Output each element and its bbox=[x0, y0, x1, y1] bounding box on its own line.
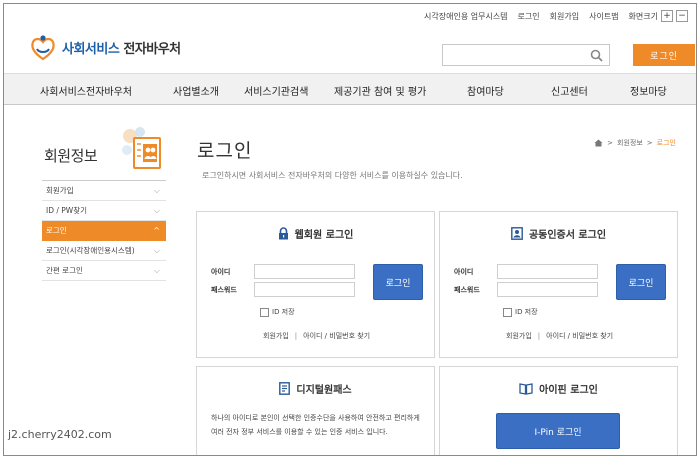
cert-save-id-checkbox[interactable]: ID 저장 bbox=[503, 307, 538, 317]
util-link-accessibility-system[interactable]: 시각장애인용 업무시스템 bbox=[424, 11, 508, 22]
cert-login-title: 공동인증서 로그인 bbox=[528, 230, 607, 241]
lock-icon bbox=[278, 227, 288, 240]
nav-item-voucher[interactable]: 사회서비스전자바우처 bbox=[40, 74, 132, 106]
sidebar-title: 회원정보 bbox=[44, 147, 98, 165]
web-login-title: 웹회원 로그인 bbox=[294, 230, 354, 241]
logo-text-secondary: 전자바우처 bbox=[119, 41, 181, 57]
checkbox-box[interactable] bbox=[260, 307, 269, 317]
cert-pw-label: 패스워드 bbox=[454, 286, 480, 294]
ipin-login-title: 아이핀 로그인 bbox=[539, 385, 598, 396]
util-link-login[interactable]: 로그인 bbox=[518, 11, 540, 22]
nav-item-participation[interactable]: 참여마당 bbox=[467, 74, 504, 106]
search-box[interactable] bbox=[442, 44, 610, 68]
sidebar-item-label: ID / PW찾기 bbox=[46, 206, 88, 215]
browser-page: 시각장애인용 업무시스템 로그인 회원가입 사이트맵 화면크기 + − 사회서비… bbox=[3, 3, 697, 456]
util-link-sitemap[interactable]: 사이트맵 bbox=[589, 11, 618, 22]
cert-login-card: 공동인증서 로그인 아이디 패스워드 로그인 ID 저장 회원가입 | 아이디 … bbox=[439, 211, 678, 358]
sidebar-item-accessible-login[interactable]: 로그인(시각장애인용시스템) ⌵ bbox=[42, 241, 166, 261]
link-separator: | bbox=[294, 332, 298, 340]
page-title: 로그인 bbox=[197, 140, 253, 162]
nav-item-information[interactable]: 정보마당 bbox=[630, 74, 667, 106]
search-icon[interactable] bbox=[590, 49, 603, 62]
sidebar-menu: 회원가입 ⌵ ID / PW찾기 ⌵ 로그인 ^ 로그인(시각장애인용시스템) … bbox=[42, 180, 166, 281]
web-login-button[interactable]: 로그인 bbox=[373, 264, 423, 300]
nav-item-agency-search[interactable]: 서비스기관검색 bbox=[244, 74, 308, 106]
link-separator: | bbox=[537, 332, 541, 340]
cert-id-label: 아이디 bbox=[454, 268, 474, 276]
breadcrumb-current: 로그인 bbox=[656, 139, 676, 147]
chevron-up-icon: ^ bbox=[153, 226, 160, 235]
nav-item-provider-evaluation[interactable]: 제공기관 참여 및 평가 bbox=[334, 74, 426, 106]
home-icon[interactable] bbox=[594, 139, 603, 147]
digital-onepass-description: 하나의 아이디로 본인이 선택한 인증수단을 사용하여 안전하고 편리하게 여러… bbox=[211, 414, 420, 436]
ipin-login-button[interactable]: I-Pin 로그인 bbox=[496, 413, 620, 449]
web-login-card: 웹회원 로그인 아이디 패스워드 로그인 ID 저장 회원가입 | 아이디 / … bbox=[196, 211, 435, 358]
site-logo[interactable]: 사회서비스 전자바우처 bbox=[28, 32, 181, 62]
onepass-icon bbox=[279, 382, 291, 395]
intro-text: 로그인하시면 사회서비스 전자바우처의 다양한 서비스를 이용하실수 있습니다. bbox=[202, 171, 463, 180]
sidebar-item-label: 간편 로그인 bbox=[46, 266, 83, 275]
member-info-icon bbox=[122, 127, 161, 169]
util-link-join[interactable]: 회원가입 bbox=[550, 11, 579, 22]
header-login-button[interactable]: 로그인 bbox=[633, 44, 695, 66]
breadcrumb-separator-icon: > bbox=[646, 139, 653, 147]
sidebar-item-find-id-pw[interactable]: ID / PW찾기 ⌵ bbox=[42, 201, 166, 221]
zoom-out-button[interactable]: − bbox=[676, 10, 688, 22]
digital-onepass-title: 디지털원패스 bbox=[296, 385, 352, 396]
sidebar-item-label: 로그인(시각장애인용시스템) bbox=[46, 246, 135, 255]
ipin-book-icon bbox=[519, 383, 533, 395]
nav-item-business[interactable]: 사업별소개 bbox=[173, 74, 219, 106]
cert-find-account-link[interactable]: 아이디 / 비밀번호 찾기 bbox=[546, 331, 613, 341]
cert-save-id-label: ID 저장 bbox=[515, 308, 538, 316]
breadcrumb-separator-icon: > bbox=[607, 139, 614, 147]
sidebar-item-join[interactable]: 회원가입 ⌵ bbox=[42, 181, 166, 201]
nav-item-report-center[interactable]: 신고센터 bbox=[551, 74, 588, 106]
zoom-control: 화면크기 + − bbox=[629, 10, 688, 22]
breadcrumb-item[interactable]: 회원정보 bbox=[617, 138, 643, 148]
web-save-id-checkbox[interactable]: ID 저장 bbox=[260, 307, 295, 317]
utility-bar: 시각장애인용 업무시스템 로그인 회원가입 사이트맵 화면크기 + − bbox=[424, 10, 688, 22]
web-pw-label: 패스워드 bbox=[211, 286, 237, 294]
cert-id-input[interactable] bbox=[497, 264, 598, 279]
web-id-label: 아이디 bbox=[211, 268, 231, 276]
logo-icon bbox=[31, 35, 55, 61]
main-navigation: 사회서비스전자바우처 사업별소개 서비스기관검색 제공기관 참여 및 평가 참여… bbox=[4, 73, 696, 106]
cert-pw-input[interactable] bbox=[497, 282, 598, 297]
chevron-down-icon: ⌵ bbox=[153, 265, 160, 275]
chevron-down-icon: ⌵ bbox=[153, 185, 160, 195]
search-input[interactable] bbox=[443, 47, 583, 68]
web-id-input[interactable] bbox=[254, 264, 355, 279]
checkbox-box[interactable] bbox=[503, 307, 512, 317]
zoom-label: 화면크기 bbox=[628, 11, 658, 21]
zoom-in-button[interactable]: + bbox=[661, 10, 673, 22]
cert-join-link[interactable]: 회원가입 bbox=[506, 331, 532, 341]
web-join-link[interactable]: 회원가입 bbox=[263, 331, 289, 341]
logo-text-primary: 사회서비스 bbox=[62, 41, 120, 57]
sidebar-item-login[interactable]: 로그인 ^ bbox=[42, 221, 166, 241]
cert-login-button[interactable]: 로그인 bbox=[616, 264, 666, 300]
breadcrumb: > 회원정보 > 로그인 bbox=[594, 138, 676, 148]
chevron-down-icon: ⌵ bbox=[153, 245, 160, 255]
sidebar-item-label: 회원가입 bbox=[46, 186, 74, 195]
sidebar-item-simple-login[interactable]: 간편 로그인 ⌵ bbox=[42, 261, 166, 281]
web-login-links: 회원가입 | 아이디 / 비밀번호 찾기 bbox=[263, 331, 370, 341]
ipin-login-card: 아이핀 로그인 I-Pin 로그인 bbox=[439, 366, 678, 455]
web-pw-input[interactable] bbox=[254, 282, 355, 297]
web-find-account-link[interactable]: 아이디 / 비밀번호 찾기 bbox=[303, 331, 370, 341]
cert-login-links: 회원가입 | 아이디 / 비밀번호 찾기 bbox=[506, 331, 613, 341]
chevron-down-icon: ⌵ bbox=[153, 205, 160, 215]
watermark-text: j2.cherry2402.com bbox=[4, 423, 122, 445]
sidebar-item-label: 로그인 bbox=[46, 226, 67, 235]
web-save-id-label: ID 저장 bbox=[272, 308, 295, 316]
certificate-icon bbox=[511, 227, 523, 240]
digital-onepass-card: 디지털원패스 하나의 아이디로 본인이 선택한 인증수단을 사용하여 안전하고 … bbox=[196, 366, 435, 455]
